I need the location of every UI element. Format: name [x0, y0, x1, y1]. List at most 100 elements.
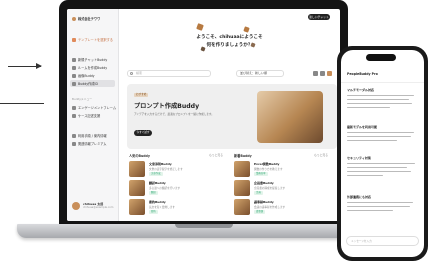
buddy-tag: 要約 [149, 210, 158, 214]
search-input[interactable]: 検索 [127, 70, 211, 77]
logo-icon [72, 16, 76, 21]
buddy-desc: 長文を短く要約します [149, 206, 175, 209]
phone-section-heading: セキュリティ対策 [347, 156, 371, 160]
popular-more-link[interactable]: もっと見る [209, 153, 223, 157]
buddy-card[interactable]: 議事録Buddy 会議の議事録を作成します 議事録 [234, 199, 324, 217]
popular-buddy-heading: 人気のBuddy [129, 154, 150, 158]
buddy-thumbnail [234, 161, 250, 177]
new-chat-button[interactable]: 新しいチャット [308, 14, 330, 20]
buddy-title: 翻訳Buddy [149, 181, 166, 185]
sidebar-item-label: 画像Buddy [78, 74, 95, 78]
sidebar-logo[interactable]: 株式会社チワワ [72, 16, 100, 21]
phone-header-divider [341, 82, 424, 83]
buddy-card[interactable]: 企画書Buddy 企画書の構成を提案します 企画 [234, 180, 324, 198]
phone-section-heading: 最新モデルを利用可能 [347, 125, 378, 129]
buddy-card[interactable]: 文章添削Buddy 文章の誤字脱字を修正します 文章作成 [129, 161, 219, 179]
grid-view-icon[interactable] [313, 71, 318, 76]
related-icon [72, 141, 76, 146]
sidebar-item-label: Buddy作成ID [78, 82, 98, 86]
user-email: chihuaa@example.com [83, 206, 114, 209]
avatar [72, 202, 80, 210]
sidebar-item-new-chat[interactable]: 新規チャットBuddy [72, 57, 107, 62]
phone-message-input[interactable]: メッセージを入力 [346, 236, 419, 246]
guide-icon [72, 133, 76, 138]
search-icon [130, 72, 133, 75]
buddy-tag: 文章作成 [149, 172, 163, 176]
phone-section-heading: マルチモーダル対応 [347, 88, 375, 92]
search-placeholder: 検索 [136, 71, 143, 75]
dynamic-island [366, 54, 396, 61]
buddy-thumbnail [129, 161, 145, 177]
chat-icon [72, 57, 76, 62]
phone-section: マルチモーダル対応 [347, 88, 418, 108]
case-icon [72, 113, 76, 118]
laptop-notch [175, 224, 233, 228]
welcome-title: ようこそ、chihuaaにようこそ [196, 35, 263, 40]
filter-icon[interactable] [327, 71, 332, 76]
buddy-thumbnail [234, 180, 250, 196]
sidebar-item-case[interactable]: ケース記述支援 [72, 113, 100, 118]
cube-decoration [196, 23, 204, 31]
welcome-subtitle: 何を作りましょうか？ [206, 43, 253, 48]
buddy-card[interactable]: 要約Buddy 長文を短く要約します 要約 [129, 199, 219, 217]
image-icon [72, 73, 76, 78]
main-content: 新しいチャット ようこそ、chihuaaにようこそ 何を作りましょうか？ 検索 … [119, 9, 340, 221]
phone-header-title[interactable]: PeopleBuddy Pro [347, 72, 378, 76]
phone-section: 外部連携にも対応 [347, 195, 418, 211]
try-now-button[interactable]: 今すぐ試す [134, 130, 152, 136]
sidebar-item-label: 利用手順 / 案内情報 [78, 134, 107, 138]
buddy-title: 文章添削Buddy [149, 162, 172, 166]
buddy-desc: 多言語への翻訳を行います [149, 187, 181, 190]
buddy-card[interactable]: Excel関数Buddy 関数の作り方を教えます 業務効率 [234, 161, 324, 179]
buddy-card[interactable]: 翻訳Buddy 多言語への翻訳を行います 翻訳 [129, 180, 219, 198]
sidebar-item-room[interactable]: ルームを作成Buddy [72, 65, 107, 70]
sidebar-item-image[interactable]: 画像Buddy [72, 73, 95, 78]
sidebar: 株式会社チワワ テンプレートを選択する 新規チャットBuddy ルームを作成Bu… [67, 9, 119, 221]
buddy-hero-image [257, 91, 323, 143]
buddy-desc: 文章の誤字脱字を修正します [149, 168, 183, 171]
buddy-title: 企画書Buddy [254, 181, 274, 185]
buddy-tag: 企画 [254, 191, 263, 195]
sidebar-item-label: ケース記述支援 [78, 114, 101, 118]
phone-section: セキュリティ対策 [347, 156, 418, 176]
pointer-arrow [8, 63, 42, 69]
buddy-tag: 議事録 [254, 210, 266, 214]
new-more-link[interactable]: もっと見る [314, 153, 328, 157]
phone-section-heading: 外部連携にも対応 [347, 195, 372, 199]
buddy-desc: 関数の作り方を教えます [254, 168, 283, 171]
buddy-desc: 企画書の構成を提案します [254, 187, 286, 190]
laptop-screen: 株式会社チワワ テンプレートを選択する 新規チャットBuddy ルームを作成Bu… [67, 9, 340, 221]
sidebar-item-label: エンゲージメントフレーム [78, 106, 117, 110]
buddy-desc: 会議の議事録を作成します [254, 206, 286, 209]
sidebar-item-buddy[interactable]: Buddy作成ID [70, 80, 115, 87]
featured-badge: おすすめ [134, 93, 149, 97]
sidebar-item-engagement[interactable]: エンゲージメントフレーム [72, 105, 116, 110]
buddy-tag: 翻訳 [149, 191, 158, 195]
featured-banner[interactable]: おすすめ プロンプト作成Buddy アイデアを入力するだけで、最適なプロンプトを… [127, 84, 337, 149]
buddy-tag: 業務効率 [254, 172, 268, 176]
user-profile[interactable]: chihuaa 太郎 chihuaa@example.com [72, 202, 113, 210]
sidebar-item-related[interactable]: 関連情報プレミアム [72, 141, 106, 146]
room-icon [72, 65, 76, 70]
buddy-thumbnail [234, 199, 250, 215]
phone-section: 最新モデルを利用可能 [347, 125, 418, 141]
new-buddy-heading: 新着Buddy [234, 154, 252, 158]
sidebar-item-template[interactable]: テンプレートを選択する [72, 37, 113, 42]
sidebar-item-guide[interactable]: 利用手順 / 案内情報 [72, 133, 107, 138]
cube-decoration [243, 26, 250, 33]
buddy-title: 要約Buddy [149, 200, 166, 204]
buddy-thumbnail [129, 180, 145, 196]
sidebar-item-label: テンプレートを選択する [78, 38, 113, 42]
list-view-icon[interactable] [320, 71, 325, 76]
banner-title: プロンプト作成Buddy [134, 103, 200, 110]
phone-screen: PeopleBuddy Pro マルチモーダル対応 最新モデルを利用可能 セキュ… [341, 50, 424, 257]
sort-select[interactable]: 並び替え：新しい順 [236, 70, 284, 77]
sidebar-item-label: 関連情報プレミアム [78, 142, 107, 146]
template-icon [72, 37, 76, 42]
pointer-line [0, 103, 44, 104]
sidebar-item-label: 新規チャットBuddy [78, 58, 108, 62]
frame-icon [72, 105, 76, 110]
buddy-title: 議事録Buddy [254, 200, 274, 204]
buddy-thumbnail [129, 199, 145, 215]
sidebar-item-label: ルームを作成Buddy [78, 66, 108, 70]
